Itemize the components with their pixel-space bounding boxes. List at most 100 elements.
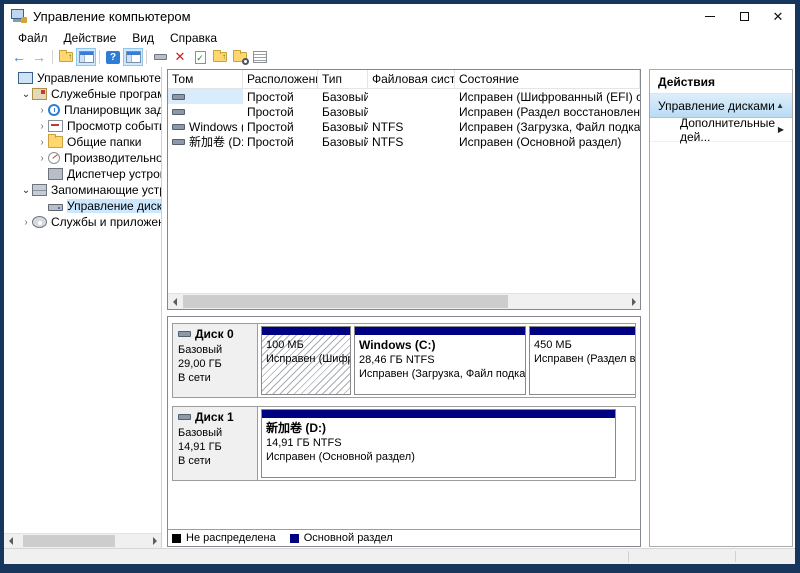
tree-item-shared-folders[interactable]: › Общие папки — [4, 134, 161, 150]
disk-0-info[interactable]: Диск 0 Базовый 29,00 ГБ В сети — [173, 324, 258, 397]
drive-icon[interactable] — [150, 48, 170, 66]
partition-d[interactable]: 新加卷 (D:) 14,91 ГБ NTFS Исправен (Основно… — [261, 409, 616, 478]
expander[interactable]: ⌄ — [20, 185, 32, 196]
column-header-type[interactable]: Тип — [318, 70, 368, 88]
console-tree: Управление компьютером (локальным) ⌄ Слу… — [4, 67, 162, 548]
actions-group-disk-management[interactable]: Управление дисками ▲ — [650, 94, 792, 118]
minimize-icon — [705, 16, 715, 17]
tree-item-services-applications[interactable]: › Службы и приложения — [4, 214, 161, 230]
actions-item-more-actions[interactable]: Дополнительные дей... ▶ — [650, 118, 792, 142]
volume-list-horizontal-scrollbar[interactable] — [168, 293, 640, 309]
tree-item-storage[interactable]: ⌄ Запоминающие устройства — [4, 182, 161, 198]
partition-color-band — [355, 327, 525, 335]
minimize-button[interactable] — [693, 4, 727, 28]
title-bar: Управление компьютером ✕ — [4, 4, 795, 28]
delete-volume-icon[interactable]: ✕ — [170, 48, 190, 66]
legend-bar: Не распределена Основной раздел — [168, 529, 640, 546]
volume-icon — [172, 94, 185, 100]
disk-1-row: Диск 1 Базовый 14,91 ГБ В сети 新加卷 (D:) … — [172, 406, 636, 481]
expander[interactable]: ⌄ — [20, 89, 32, 100]
expander[interactable]: › — [36, 153, 48, 164]
expander[interactable]: › — [36, 105, 48, 116]
status-divider — [628, 551, 629, 562]
legend-unallocated: Не распределена — [172, 532, 276, 544]
column-header-status[interactable]: Состояние — [455, 70, 640, 88]
app-icon — [11, 9, 27, 23]
close-button[interactable]: ✕ — [761, 4, 795, 28]
scroll-thumb[interactable] — [183, 295, 508, 308]
close-icon: ✕ — [773, 10, 784, 23]
properties-icon[interactable] — [250, 48, 270, 66]
tree-horizontal-scrollbar[interactable] — [4, 533, 161, 548]
volume-icon — [172, 139, 185, 145]
expander[interactable]: › — [36, 137, 48, 148]
maximize-icon — [740, 12, 749, 21]
scroll-left-icon[interactable] — [168, 294, 181, 309]
scroll-right-icon[interactable] — [627, 294, 640, 309]
status-divider — [735, 551, 736, 562]
actions-title: Действия — [650, 70, 792, 94]
disk-icon — [178, 414, 191, 420]
volume-list: Том Расположение Тип Файловая система Со… — [167, 69, 641, 310]
tools-icon — [32, 88, 47, 100]
performance-icon — [48, 152, 60, 164]
expander[interactable]: › — [36, 121, 48, 132]
menu-file[interactable]: Файл — [10, 29, 56, 47]
volume-row-d[interactable]: 新加卷 (D:) Простой Базовый NTFS Исправен (… — [168, 134, 640, 149]
help-icon[interactable]: ? — [103, 48, 123, 66]
partition-windows-c[interactable]: Windows (C:) 28,46 ГБ NTFS Исправен (Заг… — [354, 326, 526, 395]
disk-1-info[interactable]: Диск 1 Базовый 14,91 ГБ В сети — [173, 407, 258, 480]
device-manager-icon — [48, 168, 63, 180]
event-viewer-icon — [48, 120, 63, 132]
action-pane-toggle-icon[interactable] — [123, 48, 143, 66]
storage-icon — [32, 184, 47, 196]
tree-item-task-scheduler[interactable]: › Планировщик заданий — [4, 102, 161, 118]
tree-item-performance[interactable]: › Производительность — [4, 150, 161, 166]
clock-icon — [48, 104, 60, 116]
unallocated-swatch — [172, 534, 181, 543]
menu-help[interactable]: Справка — [162, 29, 225, 47]
tree-item-computer-management[interactable]: Управление компьютером (локальным) — [4, 70, 161, 86]
collapse-icon[interactable]: ▲ — [776, 101, 784, 110]
add-folder-icon[interactable]: ↑ — [210, 48, 230, 66]
tree-item-device-manager[interactable]: Диспетчер устройств — [4, 166, 161, 182]
back-icon[interactable]: ← — [9, 48, 29, 66]
forward-icon[interactable]: → — [29, 48, 49, 66]
primary-partition-swatch — [290, 534, 299, 543]
column-header-filesystem[interactable]: Файловая система — [368, 70, 455, 88]
check-document-icon[interactable]: ✓ — [190, 48, 210, 66]
volume-row-windows-c[interactable]: Windows (C:) Простой Базовый NTFS Исправ… — [168, 119, 640, 134]
tree-item-event-viewer[interactable]: › Просмотр событий — [4, 118, 161, 134]
volume-row-recovery[interactable]: Простой Базовый Исправен (Раздел восстан… — [168, 104, 640, 119]
tree-item-disk-management[interactable]: Управление дисками — [4, 198, 161, 214]
disk-icon — [178, 331, 191, 337]
partition-efi[interactable]: 100 МБ Исправен (Шифрованный (EFI) систе… — [261, 326, 351, 395]
volume-icon — [172, 109, 185, 115]
scroll-left-icon[interactable] — [4, 534, 17, 548]
services-icon — [32, 216, 47, 228]
console-tree-toggle-icon[interactable] — [76, 48, 96, 66]
partition-recovery[interactable]: 450 МБ Исправен (Раздел восстановления) — [529, 326, 635, 395]
disk-management-icon — [48, 204, 63, 211]
column-header-layout[interactable]: Расположение — [243, 70, 318, 88]
up-folder-icon[interactable]: ↑ — [56, 48, 76, 66]
menu-action[interactable]: Действие — [56, 29, 125, 47]
scroll-right-icon[interactable] — [148, 534, 161, 548]
expander[interactable]: › — [20, 217, 32, 228]
graphical-view: Диск 0 Базовый 29,00 ГБ В сети 100 МБ Ис… — [167, 316, 641, 547]
volume-row-efi[interactable]: Простой Базовый Исправен (Шифрованный (E… — [168, 89, 640, 104]
computer-icon — [18, 72, 33, 84]
disk-0-row: Диск 0 Базовый 29,00 ГБ В сети 100 МБ Ис… — [172, 323, 636, 398]
toolbar: ← → ↑ ? ✕ ✓ ↑ — [4, 47, 795, 67]
partition-color-band — [262, 410, 615, 418]
volume-icon — [172, 124, 185, 130]
disk-0-partitions: 100 МБ Исправен (Шифрованный (EFI) систе… — [258, 324, 635, 397]
legend-primary-partition: Основной раздел — [290, 532, 393, 544]
computer-management-window: Управление компьютером ✕ Файл Действие В… — [4, 4, 795, 564]
menu-view[interactable]: Вид — [124, 29, 162, 47]
search-folder-icon[interactable] — [230, 48, 250, 66]
tree-item-system-tools[interactable]: ⌄ Служебные программы — [4, 86, 161, 102]
column-header-volume[interactable]: Том — [168, 70, 243, 88]
maximize-button[interactable] — [727, 4, 761, 28]
scroll-thumb[interactable] — [23, 535, 115, 547]
